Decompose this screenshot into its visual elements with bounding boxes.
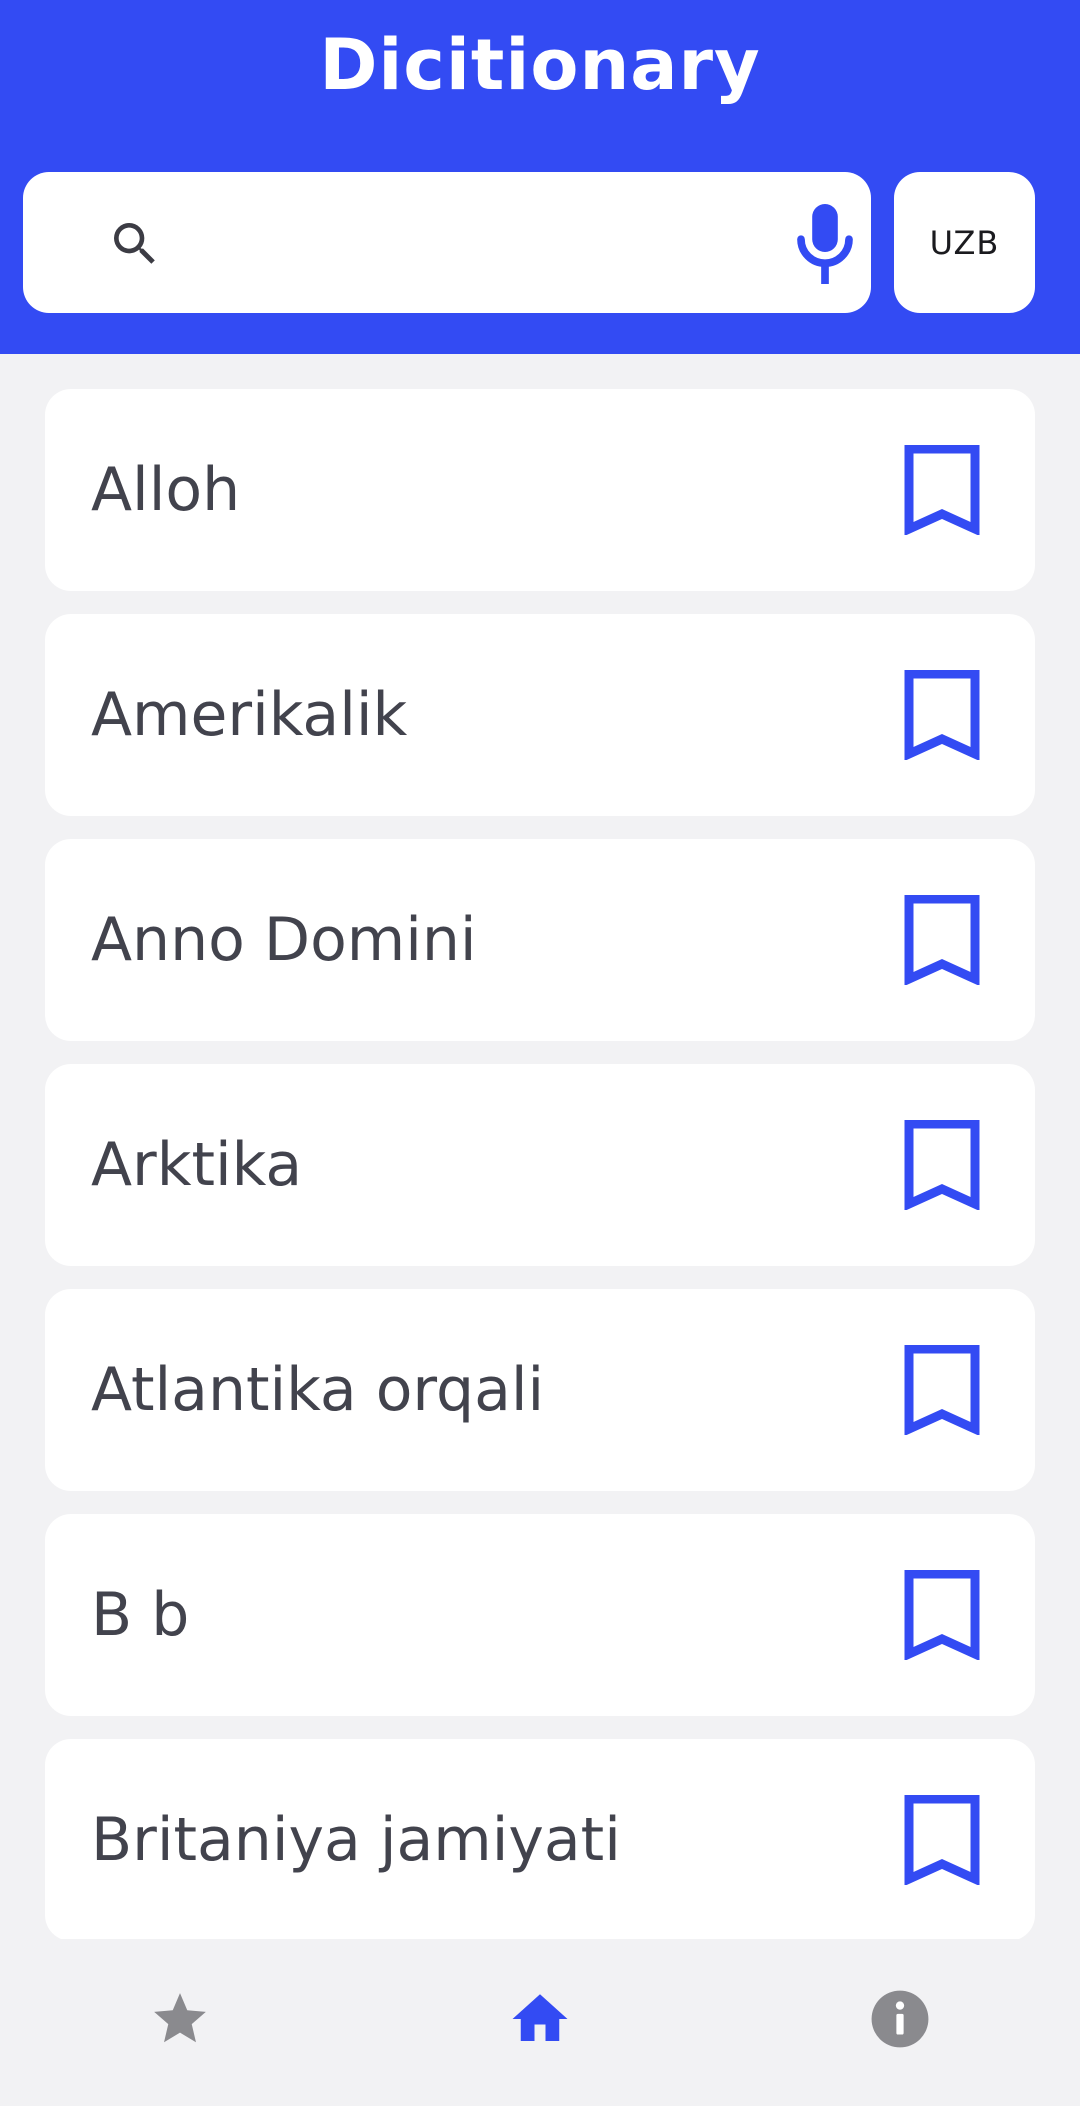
bookmark-outline-icon[interactable] bbox=[897, 1795, 987, 1885]
word-list-item[interactable]: Alloh bbox=[45, 389, 1035, 591]
bookmark-outline-icon[interactable] bbox=[897, 1570, 987, 1660]
search-bar[interactable] bbox=[23, 172, 871, 313]
star-icon bbox=[154, 1993, 206, 2043]
bookmark-outline-icon[interactable] bbox=[897, 1120, 987, 1210]
nav-info[interactable] bbox=[850, 1969, 950, 2069]
word-label: Britaniya jamiyati bbox=[91, 1805, 621, 1875]
app-title: Dicitionary bbox=[319, 24, 761, 106]
word-label: Amerikalik bbox=[91, 680, 408, 750]
word-label: Atlantika orqali bbox=[91, 1355, 545, 1425]
word-list-item[interactable]: Arktika bbox=[45, 1064, 1035, 1266]
bookmark-outline-icon[interactable] bbox=[897, 445, 987, 535]
bottom-navigation bbox=[0, 1939, 1080, 2106]
word-list-item[interactable]: Britaniya jamiyati bbox=[45, 1739, 1035, 1939]
language-toggle-button[interactable]: UZB bbox=[894, 172, 1035, 313]
nav-favorites[interactable] bbox=[130, 1969, 230, 2069]
word-list-item[interactable]: Anno Domini bbox=[45, 839, 1035, 1041]
word-list-item[interactable]: B b bbox=[45, 1514, 1035, 1716]
word-label: Anno Domini bbox=[91, 905, 477, 975]
search-input[interactable] bbox=[183, 202, 763, 282]
word-label: B b bbox=[91, 1580, 190, 1650]
bookmark-outline-icon[interactable] bbox=[897, 1345, 987, 1435]
dictionary-screen: Dicitionary UZB Alloh Amerikalik Anno Do… bbox=[0, 0, 1080, 2106]
home-icon bbox=[512, 1994, 568, 2041]
app-header: Dicitionary UZB bbox=[0, 0, 1080, 354]
search-icon bbox=[114, 223, 155, 264]
bookmark-outline-icon[interactable] bbox=[897, 670, 987, 760]
nav-home[interactable] bbox=[490, 1969, 590, 2069]
word-list-item[interactable]: Atlantika orqali bbox=[45, 1289, 1035, 1491]
word-list: Alloh Amerikalik Anno Domini Arktika Atl bbox=[45, 389, 1035, 1939]
word-label: Alloh bbox=[91, 455, 241, 525]
word-label: Arktika bbox=[91, 1130, 303, 1200]
word-list-item[interactable]: Amerikalik bbox=[45, 614, 1035, 816]
info-icon bbox=[871, 1990, 929, 2048]
bookmark-outline-icon[interactable] bbox=[897, 895, 987, 985]
microphone-icon[interactable] bbox=[793, 204, 857, 284]
